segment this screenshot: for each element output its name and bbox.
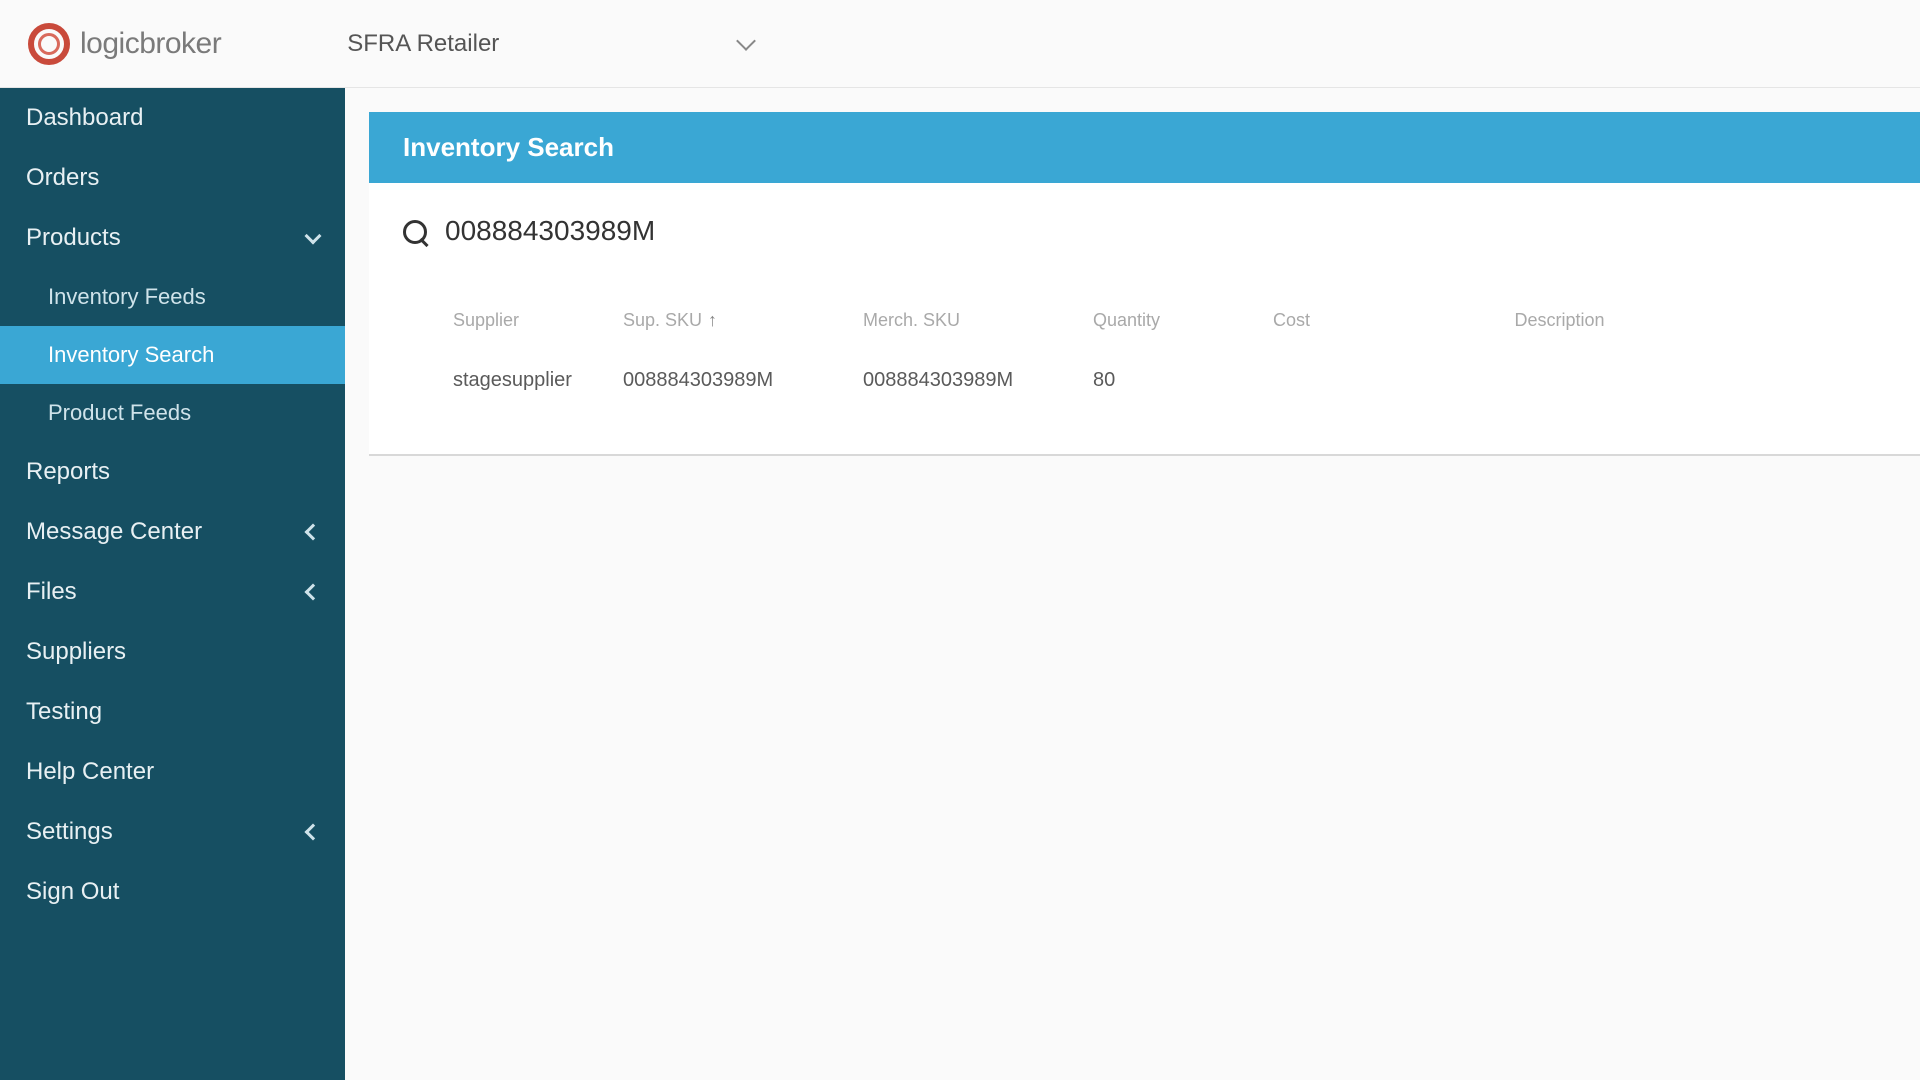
col-header-merch-sku[interactable]: Merch. SKU	[863, 310, 1093, 331]
logo: logicbroker	[28, 23, 221, 65]
panel-body: Supplier Sup. SKU ↑ Merch. SKU Quantity …	[369, 183, 1920, 456]
cell-cost	[1273, 369, 1433, 392]
panel-title: Inventory Search	[369, 112, 1920, 183]
brand-name: logicbroker	[80, 27, 221, 61]
company-selector-label: SFRA Retailer	[347, 30, 499, 58]
sidebar-item-label: Orders	[26, 164, 99, 192]
table-row[interactable]: stagesupplier 008884303989M 008884303989…	[403, 347, 1886, 414]
search-row	[403, 211, 1886, 252]
chevron-left-icon	[305, 524, 322, 541]
col-header-description[interactable]: Description	[1433, 310, 1886, 331]
chevron-down-icon	[736, 31, 756, 51]
table-header: Supplier Sup. SKU ↑ Merch. SKU Quantity …	[403, 294, 1886, 347]
col-header-quantity[interactable]: Quantity	[1093, 310, 1273, 331]
cell-supplier: stagesupplier	[403, 369, 623, 392]
col-header-cost[interactable]: Cost	[1273, 310, 1433, 331]
sidebar-item-sign-out[interactable]: Sign Out	[0, 862, 345, 922]
sidebar-item-label: Help Center	[26, 758, 154, 786]
sidebar-item-label: Products	[26, 224, 121, 252]
sidebar-item-dashboard[interactable]: Dashboard	[0, 88, 345, 148]
sidebar-item-label: Settings	[26, 818, 113, 846]
sidebar-item-orders[interactable]: Orders	[0, 148, 345, 208]
sidebar-item-help-center[interactable]: Help Center	[0, 742, 345, 802]
col-header-supplier[interactable]: Supplier	[403, 310, 623, 331]
chevron-left-icon	[305, 584, 322, 601]
sidebar-item-inventory-search[interactable]: Inventory Search	[0, 326, 345, 384]
cell-description	[1433, 369, 1886, 392]
sidebar-item-files[interactable]: Files	[0, 562, 345, 622]
sidebar-item-suppliers[interactable]: Suppliers	[0, 622, 345, 682]
col-header-label: Sup. SKU	[623, 310, 702, 331]
sidebar-item-label: Reports	[26, 458, 110, 486]
sidebar-item-products[interactable]: Products	[0, 208, 345, 268]
sidebar-item-label: Files	[26, 578, 77, 606]
company-selector[interactable]: SFRA Retailer	[331, 22, 769, 66]
results-table: Supplier Sup. SKU ↑ Merch. SKU Quantity …	[403, 294, 1886, 414]
main-content: Inventory Search Supplier Sup. SKU ↑ Mer…	[345, 88, 1920, 1080]
sidebar-item-label: Sign Out	[26, 878, 119, 906]
sidebar-item-label: Suppliers	[26, 638, 126, 666]
cell-quantity: 80	[1093, 369, 1273, 392]
sidebar-item-testing[interactable]: Testing	[0, 682, 345, 742]
cell-sup-sku: 008884303989M	[623, 369, 863, 392]
sidebar-item-settings[interactable]: Settings	[0, 802, 345, 862]
sidebar-item-label: Message Center	[26, 518, 202, 546]
sidebar-item-product-feeds[interactable]: Product Feeds	[0, 384, 345, 442]
sidebar-item-label: Testing	[26, 698, 102, 726]
sidebar: Dashboard Orders Products Inventory Feed…	[0, 88, 345, 1080]
chevron-left-icon	[305, 824, 322, 841]
cell-merch-sku: 008884303989M	[863, 369, 1093, 392]
sidebar-item-label: Inventory Feeds	[48, 284, 206, 310]
search-icon[interactable]	[403, 220, 427, 244]
sidebar-item-reports[interactable]: Reports	[0, 442, 345, 502]
search-input[interactable]	[445, 211, 845, 252]
topbar: logicbroker SFRA Retailer	[0, 0, 1920, 88]
sidebar-item-label: Inventory Search	[48, 342, 214, 368]
sidebar-item-inventory-feeds[interactable]: Inventory Feeds	[0, 268, 345, 326]
sidebar-item-label: Dashboard	[26, 104, 143, 132]
sidebar-item-label: Product Feeds	[48, 400, 191, 426]
sort-ascending-icon: ↑	[708, 310, 717, 331]
sidebar-item-message-center[interactable]: Message Center	[0, 502, 345, 562]
chevron-down-icon	[305, 228, 322, 245]
logo-icon	[28, 23, 70, 65]
col-header-sup-sku[interactable]: Sup. SKU ↑	[623, 310, 863, 331]
